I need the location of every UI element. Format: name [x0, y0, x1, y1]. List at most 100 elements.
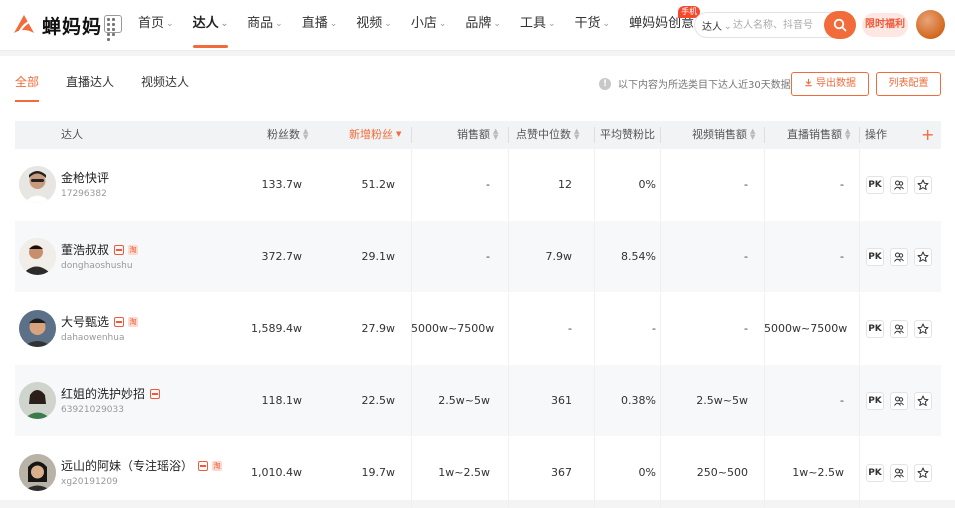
taobao-badge-icon: 淘 [128, 244, 139, 255]
creator-avatar[interactable] [19, 382, 56, 419]
creator-avatar[interactable] [19, 166, 56, 203]
team-icon[interactable] [890, 320, 908, 338]
nav-item-5[interactable]: 小店 ⌄ [411, 0, 447, 50]
cell-fans: 118.1w [261, 394, 303, 407]
chevron-down-icon: ⌄ [275, 19, 283, 29]
export-data-button[interactable]: 导出数据 [791, 72, 869, 96]
cell-likes-median: - [568, 322, 572, 335]
cell-new-fans: 22.5w [361, 394, 396, 407]
add-column-icon[interactable]: + [921, 121, 934, 149]
tab-video-creators[interactable]: 视频达人 [141, 56, 189, 102]
table-row[interactable]: 远山的阿妹（专注瑶浴）淘 xg20191209 1,010.4w 19.7w 1w~2.… [15, 437, 941, 508]
shop-badge-icon [150, 388, 161, 399]
table-row[interactable]: 红姐的洗护妙招 63921029033 118.1w 22.5w 2.5w~5w 361 0… [15, 365, 941, 436]
star-icon[interactable] [914, 392, 932, 410]
pk-button[interactable]: PK [866, 176, 884, 194]
pk-button[interactable]: PK [866, 248, 884, 266]
pk-button[interactable]: PK [866, 392, 884, 410]
creator-avatar[interactable] [19, 454, 56, 491]
limited-offer-button[interactable]: 限时福利 [862, 13, 908, 37]
col-ops: 操作 [865, 128, 887, 141]
col-likes-median[interactable]: 点赞中位数 ▲ ▼ [516, 121, 579, 149]
nav-item-label: 蝉妈妈创意 [629, 16, 695, 31]
cell-likes-median: 367 [551, 466, 572, 479]
cell-live-sales: - [840, 394, 844, 407]
list-config-button[interactable]: 列表配置 [876, 72, 941, 96]
team-icon[interactable] [890, 176, 908, 194]
pk-button[interactable]: PK [866, 320, 884, 338]
shop-badge-icon [114, 244, 125, 255]
search-button[interactable] [824, 11, 856, 39]
creator-tabs: 全部 直播达人 视频达人 [15, 56, 216, 102]
col-live-sales[interactable]: 直播销售额 ▲ ▼ [787, 121, 850, 149]
chevron-down-icon: ⌄ [493, 19, 501, 29]
nav-item-3[interactable]: 直播 ⌄ [302, 0, 338, 50]
team-icon[interactable] [890, 464, 908, 482]
cell-sales: 5000w~7500w [411, 322, 495, 335]
search-input[interactable] [733, 17, 815, 33]
cell-sales: 2.5w~5w [438, 394, 490, 407]
cell-sales: 1w~2.5w [438, 466, 490, 479]
apps-grid-icon[interactable] [104, 15, 122, 41]
col-video-sales[interactable]: 视频销售额 ▲ ▼ [692, 121, 755, 149]
info-icon: ! [599, 77, 611, 90]
data-notice: ! 以下内容为所选类目下达人近30天数据 [599, 76, 791, 91]
tab-live-creators[interactable]: 直播达人 [66, 56, 114, 102]
creator-name[interactable]: 远山的阿妹（专注瑶浴）淘 [61, 457, 223, 474]
taobao-badge-icon: 淘 [128, 316, 139, 327]
creator-name[interactable]: 金枪快评 [61, 169, 109, 186]
cell-new-fans: 19.7w [361, 466, 396, 479]
logo[interactable]: 蝉妈妈 [10, 11, 102, 39]
team-icon[interactable] [890, 248, 908, 266]
user-avatar[interactable] [916, 10, 945, 39]
creator-handle: 17296382 [61, 189, 107, 199]
table-row[interactable]: 董浩叔叔淘 donghaoshushu 372.7w 29.1w - 7.9w 8.54% -… [15, 221, 941, 292]
cell-live-sales: 1w~2.5w [792, 466, 844, 479]
creator-handle: donghaoshushu [61, 261, 133, 271]
tab-all[interactable]: 全部 [15, 56, 40, 102]
nav-item-8[interactable]: 干货 ⌄ [575, 0, 611, 50]
team-icon[interactable] [890, 392, 908, 410]
cell-video-sales: 2.5w~5w [696, 394, 748, 407]
nav-item-label: 干货 [574, 16, 601, 31]
cell-avg-like-ratio: 0% [638, 178, 656, 191]
nav-item-label: 视频 [356, 16, 383, 31]
cell-fans: 133.7w [261, 178, 303, 191]
col-new-fans[interactable]: 新增粉丝 ▼ [349, 121, 401, 149]
creator-avatar[interactable] [19, 310, 56, 347]
nav-item-4[interactable]: 视频 ⌄ [356, 0, 392, 50]
nav-item-6[interactable]: 品牌 ⌄ [465, 0, 501, 50]
creator-handle: 63921029033 [61, 405, 124, 415]
creator-name[interactable]: 大号甄选淘 [61, 313, 139, 330]
search-type-select[interactable]: 达人 ⌄ [702, 18, 732, 33]
nav-item-9[interactable]: 蝉妈妈创意 手机 [629, 0, 701, 50]
cicada-logo-icon [14, 15, 34, 35]
creator-name[interactable]: 红姐的洗护妙招 [61, 385, 161, 402]
creator-name[interactable]: 董浩叔叔淘 [61, 241, 139, 258]
cell-new-fans: 27.9w [361, 322, 396, 335]
star-icon[interactable] [914, 248, 932, 266]
col-sales[interactable]: 销售额 ▲ ▼ [457, 121, 498, 149]
col-fans[interactable]: 粉丝数 ▲ ▼ [267, 121, 308, 149]
nav-item-2[interactable]: 商品 ⌄ [247, 0, 283, 50]
nav-item-7[interactable]: 工具 ⌄ [520, 0, 556, 50]
chevron-down-icon: ⌄ [166, 19, 174, 29]
nav-item-1[interactable]: 达人 ⌄ [192, 0, 229, 50]
cell-sales: - [486, 178, 490, 191]
cell-new-fans: 51.2w [361, 178, 396, 191]
creator-avatar[interactable] [19, 238, 56, 275]
nav-item-label: 商品 [247, 16, 274, 31]
shop-badge-icon [114, 316, 125, 327]
star-icon[interactable] [914, 320, 932, 338]
pk-button[interactable]: PK [866, 464, 884, 482]
shop-badge-icon [198, 460, 209, 471]
table-row[interactable]: 金枪快评 17296382 133.7w 51.2w - 12 0% - - PK [15, 149, 941, 220]
main-nav: 首页 ⌄ 达人 ⌄ 商品 ⌄ 直播 ⌄ 视频 ⌄ 小店 ⌄ 品牌 ⌄ 工具 ⌄ 干货 ⌄ 蝉妈妈创意 手机 [138, 0, 713, 50]
nav-item-0[interactable]: 首页 ⌄ [138, 0, 174, 50]
cell-avg-like-ratio: - [652, 322, 656, 335]
star-icon[interactable] [914, 464, 932, 482]
chevron-down-icon: ⌄ [220, 19, 229, 29]
notice-text: 以下内容为所选类目下达人近30天数据 [618, 80, 791, 91]
table-row[interactable]: 大号甄选淘 dahaowenhua 1,589.4w 27.9w 5000w~7500w… [15, 293, 941, 364]
star-icon[interactable] [914, 176, 932, 194]
